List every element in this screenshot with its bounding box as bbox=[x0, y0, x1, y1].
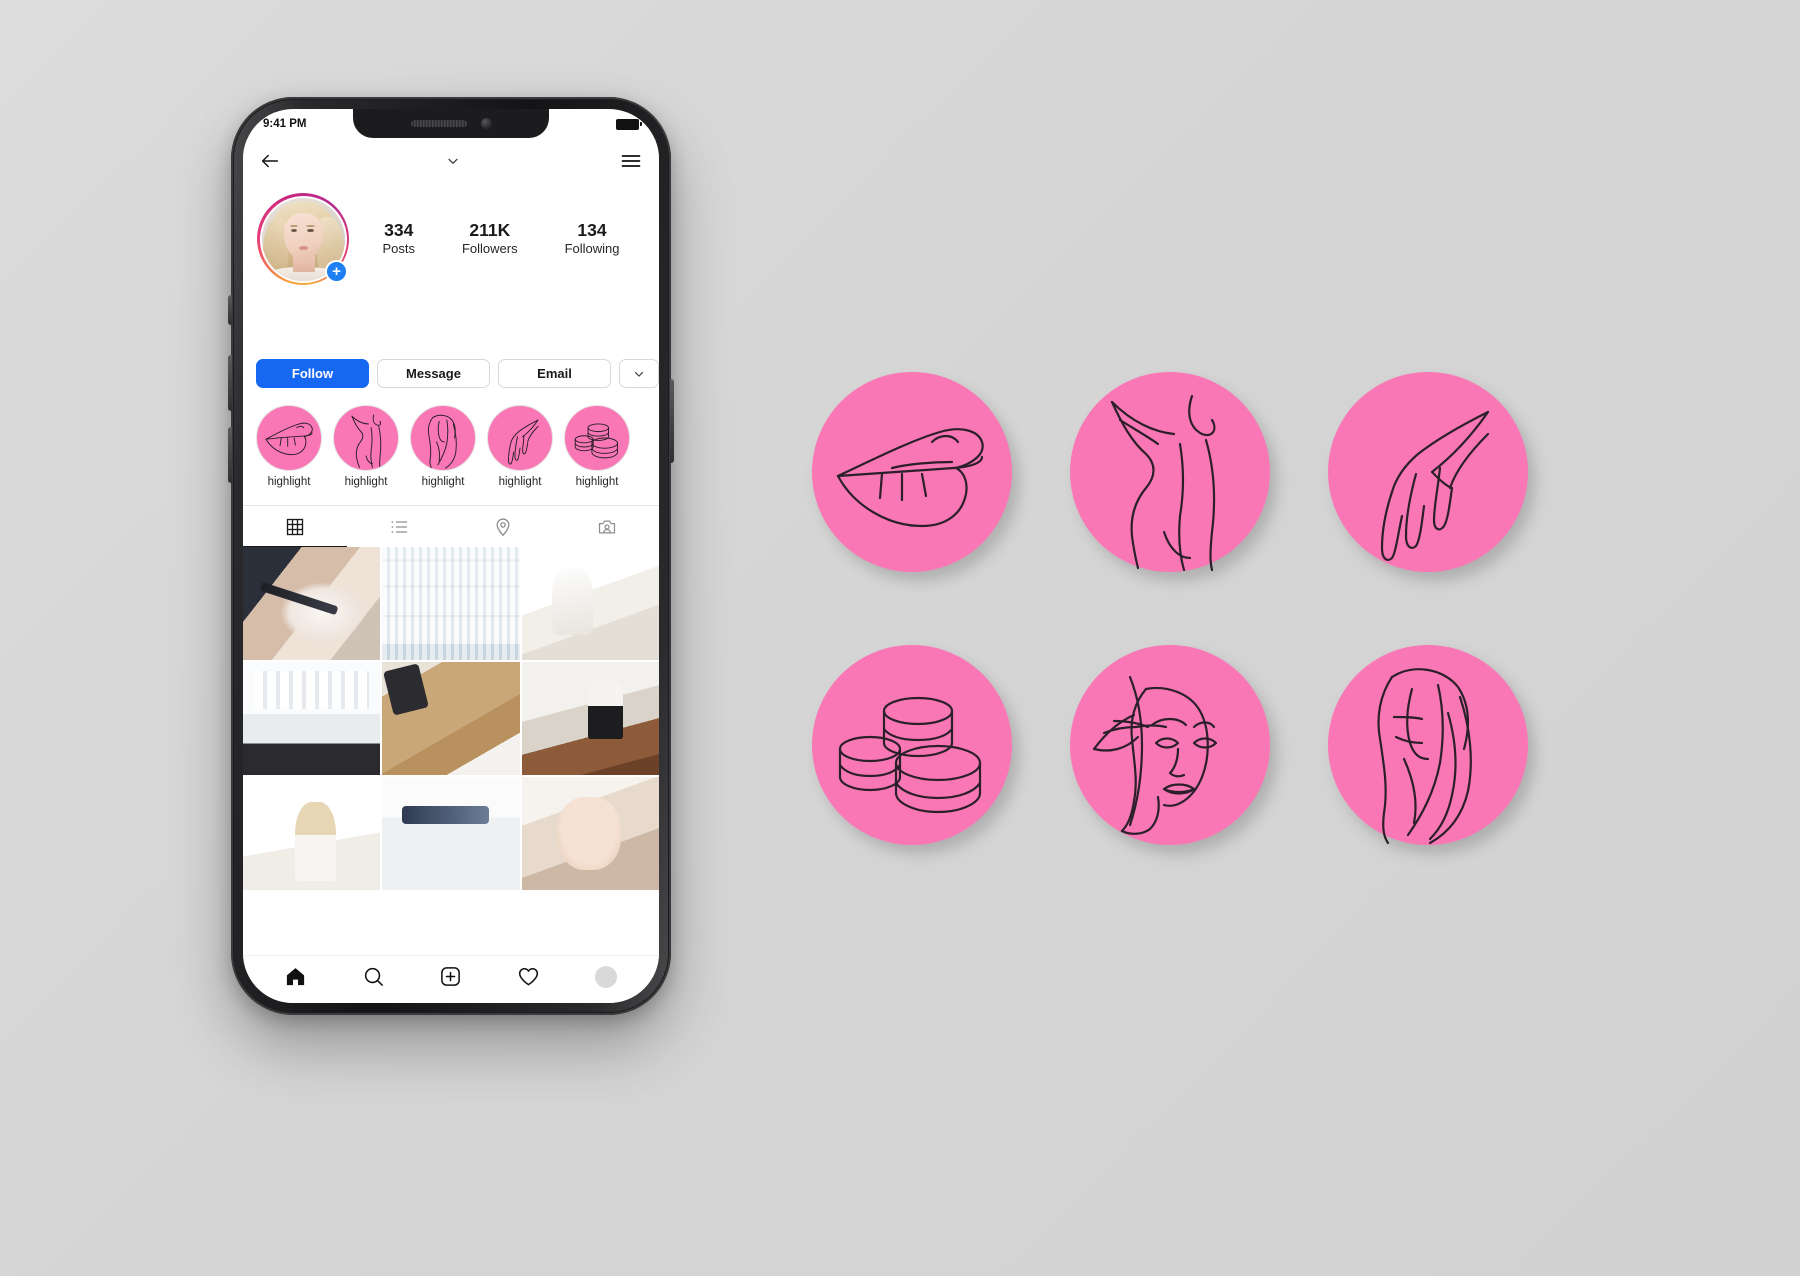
grid-icon bbox=[285, 517, 305, 537]
grid-post[interactable] bbox=[382, 777, 520, 890]
bottom-navigation bbox=[243, 955, 659, 1003]
followers-count: 211K bbox=[469, 220, 511, 241]
grid-post[interactable] bbox=[243, 777, 381, 890]
phone-mute-switch[interactable] bbox=[228, 295, 232, 325]
highlight-item[interactable]: highlight bbox=[564, 405, 630, 488]
stat-followers[interactable]: 211K Followers bbox=[462, 220, 518, 257]
long-hair-icon bbox=[410, 405, 476, 471]
plus-square-icon bbox=[439, 965, 462, 988]
stat-posts[interactable]: 334 Posts bbox=[382, 220, 415, 257]
body-back-cover[interactable] bbox=[1070, 372, 1270, 572]
heart-icon bbox=[517, 965, 540, 988]
profile-bio-area bbox=[243, 287, 659, 351]
add-story-button[interactable]: + bbox=[325, 260, 348, 283]
grid-post[interactable] bbox=[243, 547, 381, 660]
grid-post[interactable] bbox=[521, 547, 659, 660]
nav-profile[interactable] bbox=[567, 965, 645, 988]
home-icon bbox=[284, 965, 307, 988]
highlight-item[interactable]: highlight bbox=[487, 405, 553, 488]
grid-post[interactable] bbox=[382, 547, 520, 660]
posts-label: Posts bbox=[382, 240, 415, 256]
follow-button[interactable]: Follow bbox=[256, 359, 369, 388]
grid-post[interactable] bbox=[521, 777, 659, 890]
status-bar-time: 9:41 PM bbox=[263, 118, 307, 130]
profile-action-buttons: Follow Message Email bbox=[243, 359, 659, 388]
back-arrow-icon[interactable] bbox=[259, 150, 281, 172]
more-options-button[interactable] bbox=[619, 359, 659, 388]
tab-grid[interactable] bbox=[243, 506, 347, 548]
story-highlights: highlight highlight highlight highlight … bbox=[243, 405, 659, 501]
long-hair-cover[interactable] bbox=[1328, 645, 1528, 845]
hand-icon bbox=[487, 405, 553, 471]
lips-cover[interactable] bbox=[812, 372, 1012, 572]
nav-activity[interactable] bbox=[490, 965, 568, 988]
search-icon bbox=[362, 965, 385, 988]
chevron-down-icon bbox=[632, 367, 646, 381]
hamburger-menu-icon[interactable] bbox=[619, 149, 643, 173]
body-back-icon bbox=[1110, 394, 1216, 572]
profile-tabs bbox=[243, 505, 659, 548]
brow-makeup-face-icon bbox=[1092, 675, 1218, 835]
posts-count: 334 bbox=[384, 220, 414, 241]
nav-home[interactable] bbox=[257, 965, 335, 988]
list-icon bbox=[389, 517, 409, 537]
profile-stats: 334 Posts 211K Followers 134 Following bbox=[349, 220, 645, 257]
avatar[interactable]: + bbox=[257, 193, 349, 285]
phone-power-button[interactable] bbox=[670, 379, 674, 463]
app-header bbox=[243, 139, 659, 183]
brow-makeup-cover[interactable] bbox=[1070, 645, 1270, 845]
highlight-label: highlight bbox=[575, 476, 619, 488]
front-camera-icon bbox=[480, 118, 492, 129]
earpiece-speaker-icon bbox=[410, 120, 467, 127]
grid-post[interactable] bbox=[382, 662, 520, 775]
highlight-label: highlight bbox=[344, 476, 388, 488]
cosmetic-jars-icon bbox=[564, 405, 630, 471]
long-hair-icon bbox=[1377, 668, 1472, 845]
message-button[interactable]: Message bbox=[377, 359, 490, 388]
highlight-item[interactable]: highlight bbox=[333, 405, 399, 488]
stat-following[interactable]: 134 Following bbox=[565, 220, 620, 257]
highlight-item[interactable]: highlight bbox=[410, 405, 476, 488]
hand-cover[interactable] bbox=[1328, 372, 1528, 572]
profile-summary: + 334 Posts 211K Followers 134 Following bbox=[243, 191, 659, 287]
body-back-icon bbox=[333, 405, 399, 471]
highlight-label: highlight bbox=[267, 476, 311, 488]
lips-icon bbox=[836, 428, 984, 528]
tab-list[interactable] bbox=[347, 506, 451, 548]
highlight-label: highlight bbox=[498, 476, 542, 488]
tab-location[interactable] bbox=[451, 506, 555, 548]
grid-post[interactable] bbox=[521, 662, 659, 775]
phone-volume-up-button[interactable] bbox=[228, 355, 232, 411]
profile-username-dropdown[interactable] bbox=[439, 153, 461, 169]
grid-post[interactable] bbox=[243, 662, 381, 775]
avatar-icon bbox=[595, 965, 618, 988]
following-label: Following bbox=[564, 240, 620, 256]
tab-tagged[interactable] bbox=[555, 506, 659, 548]
nav-create[interactable] bbox=[412, 965, 490, 988]
nav-search[interactable] bbox=[335, 965, 413, 988]
cosmetic-jars-icon bbox=[838, 696, 982, 814]
lips-icon bbox=[256, 405, 322, 471]
phone-mockup: 9:41 PM + 334 Posts 211K Followers 134 F… bbox=[228, 97, 674, 1015]
email-button[interactable]: Email bbox=[498, 359, 611, 388]
location-icon bbox=[493, 517, 513, 537]
tagged-icon bbox=[597, 517, 617, 537]
highlight-cover-set bbox=[812, 372, 1552, 932]
phone-notch bbox=[353, 109, 549, 138]
battery-icon bbox=[616, 118, 642, 130]
phone-screen: 9:41 PM + 334 Posts 211K Followers 134 F… bbox=[243, 109, 659, 1003]
post-grid bbox=[243, 547, 659, 955]
cosmetic-jars-cover[interactable] bbox=[812, 645, 1012, 845]
hand-icon bbox=[1380, 410, 1490, 561]
canvas: 9:41 PM + 334 Posts 211K Followers 134 F… bbox=[0, 0, 1800, 1276]
chevron-down-icon bbox=[445, 153, 461, 169]
highlight-item[interactable]: highlight bbox=[256, 405, 322, 488]
followers-label: Followers bbox=[461, 240, 518, 256]
phone-volume-down-button[interactable] bbox=[228, 427, 232, 483]
highlight-label: highlight bbox=[421, 476, 465, 488]
following-count: 134 bbox=[577, 220, 607, 241]
